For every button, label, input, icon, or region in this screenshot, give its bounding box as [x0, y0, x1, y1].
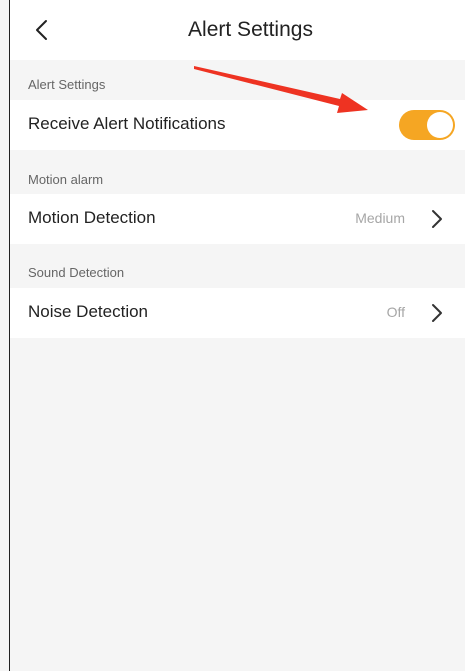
chevron-right-icon	[431, 209, 443, 229]
alert-notifications-toggle[interactable]	[399, 110, 455, 140]
section-label-motion-alarm: Motion alarm	[28, 172, 104, 187]
motion-detection-value: Medium	[355, 210, 405, 226]
noise-detection-value: Off	[386, 304, 405, 320]
row-motion-detection[interactable]: Motion Detection Medium	[10, 194, 465, 244]
nav-header: Alert Settings	[10, 0, 465, 60]
page-title: Alert Settings	[188, 18, 313, 41]
toggle-knob	[427, 112, 453, 138]
row-receive-alert-notifications[interactable]: Receive Alert Notifications	[10, 100, 465, 150]
row-label: Receive Alert Notifications	[28, 114, 226, 133]
row-noise-detection[interactable]: Noise Detection Off	[10, 288, 465, 338]
section-label-alert-settings: Alert Settings	[28, 77, 106, 92]
row-label: Noise Detection	[28, 302, 149, 321]
row-label: Motion Detection	[28, 208, 156, 227]
section-label-sound-detection: Sound Detection	[28, 265, 125, 280]
chevron-right-icon	[431, 303, 443, 323]
screen: Alert Settings Alert Settings Receive Al…	[0, 0, 465, 671]
